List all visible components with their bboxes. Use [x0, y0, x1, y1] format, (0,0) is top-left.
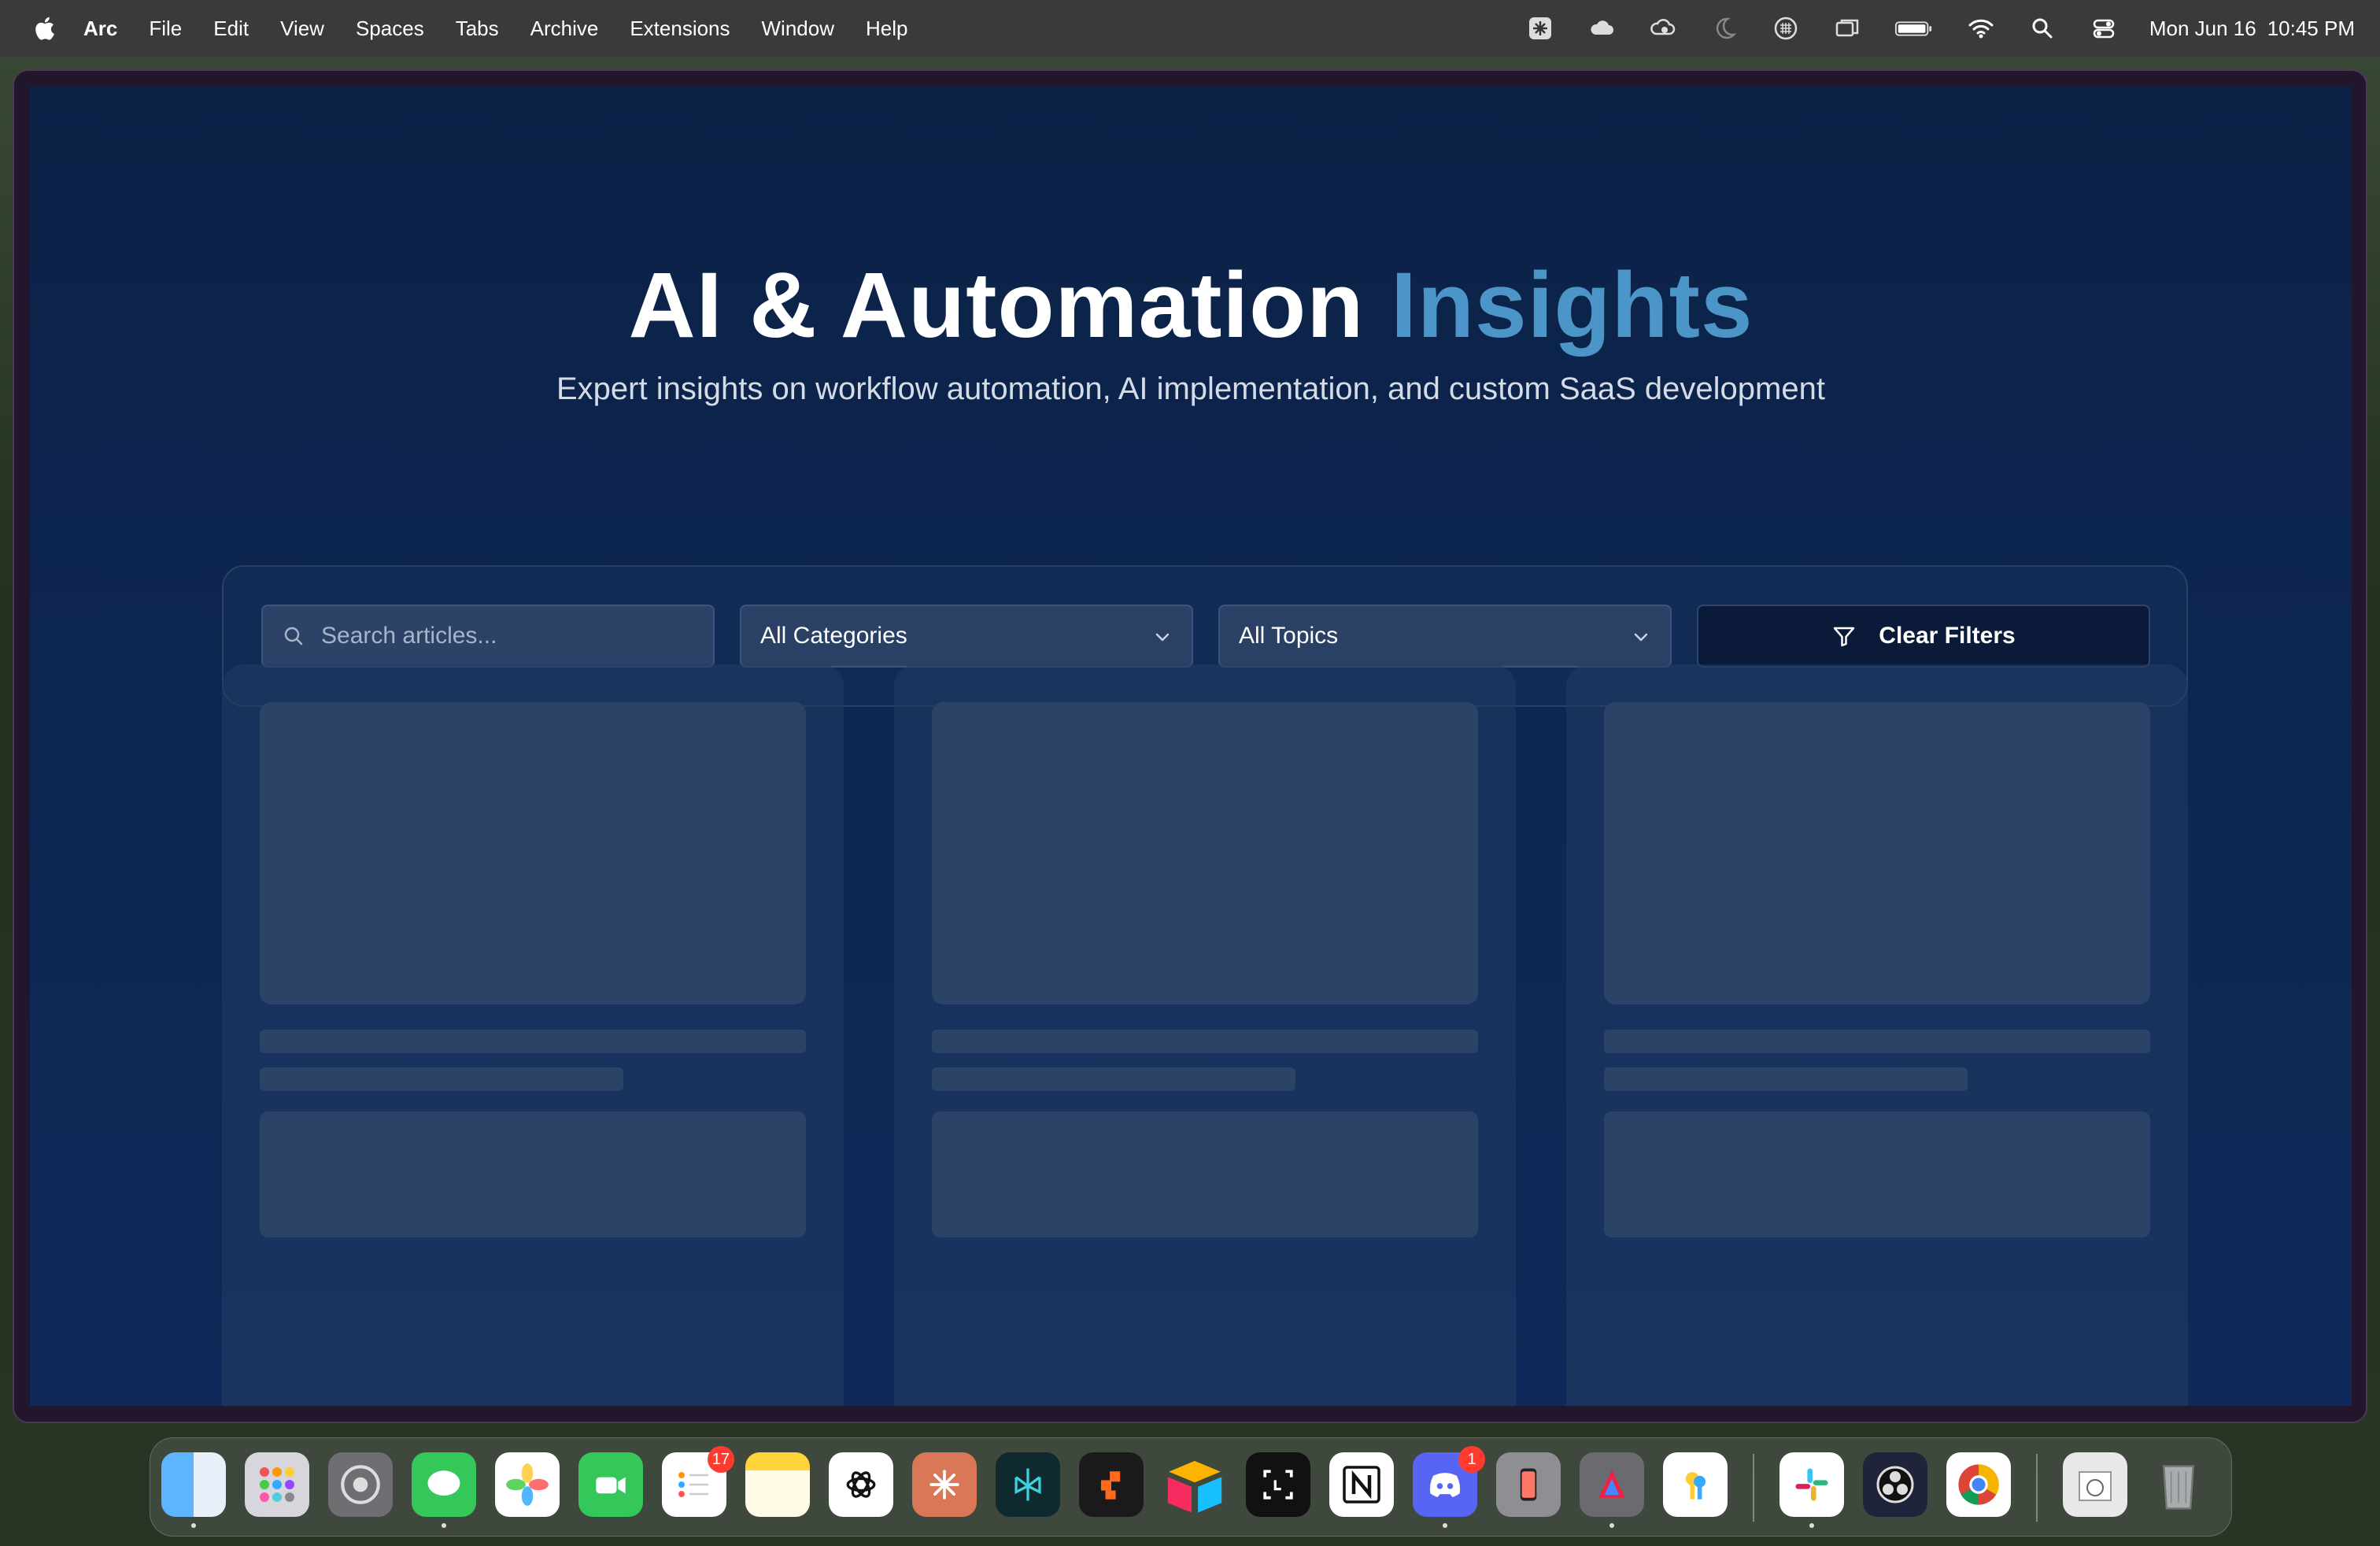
screenshot-tool-icon[interactable]	[1246, 1452, 1310, 1517]
finder-icon[interactable]	[161, 1452, 226, 1528]
spotlight-search-icon[interactable]	[2027, 13, 2058, 44]
browser-window: AI & Automation Insights Expert insights…	[13, 69, 2367, 1423]
menu-tabs[interactable]: Tabs	[456, 17, 499, 41]
slack-icon[interactable]	[1779, 1452, 1844, 1528]
perplexity-status-icon[interactable]	[1524, 13, 1556, 44]
menu-archive[interactable]: Archive	[530, 17, 599, 41]
notion-icon[interactable]	[1329, 1452, 1394, 1517]
reminders-icon[interactable]: 17	[662, 1446, 734, 1517]
wifi-icon[interactable]	[1965, 13, 1997, 44]
menu-window[interactable]: Window	[762, 17, 834, 41]
page-title-accent: Insights	[1391, 253, 1754, 357]
topic-select-value: All Topics	[1239, 623, 1339, 649]
passwords-icon[interactable]	[1663, 1452, 1728, 1517]
messages-icon[interactable]	[412, 1452, 476, 1528]
page-content: AI & Automation Insights Expert insights…	[30, 87, 2352, 1406]
notes-icon[interactable]	[745, 1452, 810, 1517]
menu-spaces[interactable]: Spaces	[356, 17, 424, 41]
skeleton-image	[932, 702, 1478, 1004]
control-center-icon[interactable]	[2088, 13, 2119, 44]
obs-icon[interactable]	[1863, 1452, 1927, 1517]
skeleton-line	[260, 1067, 623, 1091]
downloads-stack-icon[interactable]	[2063, 1452, 2127, 1517]
running-indicator	[191, 1523, 196, 1528]
apple-icon[interactable]	[33, 15, 55, 42]
topic-select[interactable]: All Topics	[1218, 605, 1672, 668]
photos-icon[interactable]	[495, 1452, 560, 1517]
creative-app-icon[interactable]	[1580, 1452, 1644, 1528]
status-area: Mon Jun 16 10:45 PM	[1495, 0, 2355, 57]
dock: 17 1	[150, 1437, 2232, 1537]
article-card-skeleton	[1566, 664, 2188, 1406]
discord-icon[interactable]: 1	[1413, 1446, 1485, 1528]
skeleton-line	[932, 1030, 1478, 1053]
airtable-icon[interactable]	[1162, 1452, 1227, 1517]
skeleton-image	[1604, 702, 2150, 1004]
chrome-icon[interactable]	[1946, 1452, 2011, 1517]
menu-view[interactable]: View	[280, 17, 324, 41]
grid-status-icon[interactable]	[1770, 13, 1802, 44]
menu-bar: Arc File Edit View Spaces Tabs Archive E…	[0, 0, 2380, 57]
chevron-down-icon	[1634, 633, 1648, 642]
article-card-skeleton	[222, 664, 844, 1406]
skeleton-line	[260, 1030, 806, 1053]
clock-time: 10:45 PM	[2267, 16, 2355, 40]
running-indicator	[1809, 1523, 1814, 1528]
skeleton-block	[260, 1111, 806, 1237]
trash-icon[interactable]	[2146, 1452, 2211, 1517]
facetime-icon[interactable]	[578, 1452, 643, 1517]
screens-icon[interactable]	[1831, 13, 1863, 44]
menu-extensions[interactable]: Extensions	[630, 17, 730, 41]
article-card-skeleton	[894, 664, 1516, 1406]
launchpad-icon[interactable]	[245, 1452, 309, 1517]
dock-separator	[1753, 1454, 1754, 1522]
discord-badge: 1	[1458, 1446, 1485, 1473]
skeleton-line	[1604, 1030, 2150, 1053]
zapier-style-icon[interactable]	[1079, 1452, 1144, 1517]
filter-icon	[1834, 627, 1855, 647]
running-indicator	[1609, 1523, 1614, 1528]
page-title: AI & Automation Insights	[30, 252, 2352, 359]
menu-app-name[interactable]: Arc	[83, 17, 117, 41]
skeleton-image	[260, 702, 806, 1004]
clear-filters-label: Clear Filters	[1879, 623, 2016, 649]
skeleton-line	[1604, 1067, 1968, 1091]
search-input[interactable]: Search articles...	[261, 605, 715, 668]
cloud-icon[interactable]	[1586, 13, 1617, 44]
skeleton-block	[932, 1111, 1478, 1237]
chevron-down-icon	[1155, 633, 1170, 642]
category-select-value: All Categories	[760, 623, 907, 649]
menu-file[interactable]: File	[149, 17, 182, 41]
perplexity-icon[interactable]	[996, 1452, 1060, 1517]
reminders-badge: 17	[707, 1446, 734, 1473]
chatgpt-icon[interactable]	[829, 1452, 893, 1517]
menu-clock[interactable]: Mon Jun 16 10:45 PM	[2149, 17, 2355, 41]
focus-moon-icon[interactable]	[1709, 13, 1740, 44]
cloud-sync-icon[interactable]	[1647, 13, 1679, 44]
search-placeholder: Search articles...	[321, 623, 497, 649]
search-icon	[284, 627, 303, 645]
menu-help[interactable]: Help	[866, 17, 907, 41]
menu-edit[interactable]: Edit	[213, 17, 249, 41]
clock-date: Mon Jun 16	[2149, 16, 2256, 40]
running-indicator	[1443, 1523, 1447, 1528]
skeleton-block	[1604, 1111, 2150, 1237]
clear-filters-button[interactable]: Clear Filters	[1697, 605, 2150, 668]
page-title-main: AI & Automation	[628, 253, 1365, 357]
system-settings-icon[interactable]	[328, 1452, 393, 1517]
battery-icon[interactable]	[1893, 13, 1935, 44]
running-indicator	[442, 1523, 446, 1528]
dock-separator	[2036, 1454, 2038, 1522]
claude-icon[interactable]	[912, 1452, 977, 1517]
page-subtitle: Expert insights on workflow automation, …	[556, 372, 1825, 406]
skeleton-line	[932, 1067, 1295, 1091]
category-select[interactable]: All Categories	[740, 605, 1193, 668]
iphone-mirroring-icon[interactable]	[1496, 1452, 1561, 1517]
